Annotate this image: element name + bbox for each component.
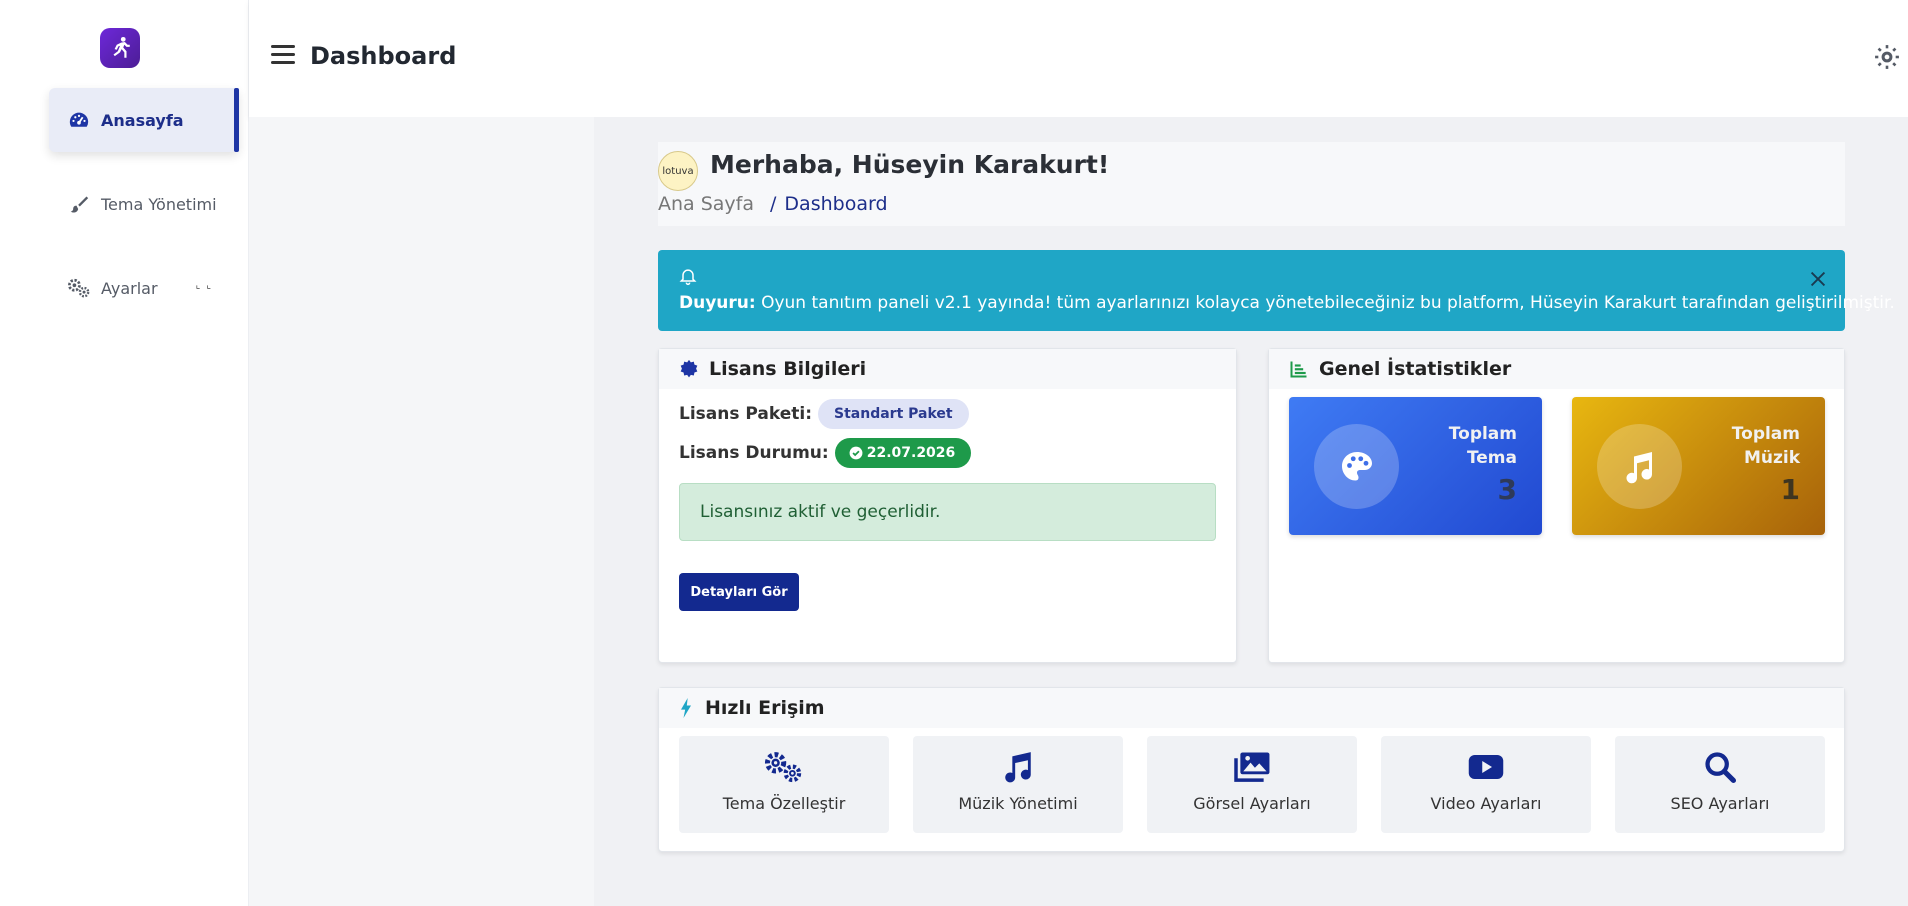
license-card-header: Lisans Bilgileri bbox=[659, 349, 1236, 389]
submenu-indicator-icon: ⌞⌞ bbox=[195, 280, 217, 291]
avatar: lotuva bbox=[658, 151, 698, 191]
stat-label-line1: Toplam bbox=[1448, 424, 1517, 444]
app-logo[interactable] bbox=[100, 28, 140, 68]
stat-value: 3 bbox=[1497, 473, 1517, 506]
certificate-icon bbox=[679, 359, 699, 379]
details-button[interactable]: Detayları Gör bbox=[679, 573, 799, 611]
search-icon bbox=[1699, 750, 1741, 784]
sidebar-item-label: Tema Yönetimi bbox=[101, 194, 217, 214]
sidebar-item-label: Anasayfa bbox=[101, 110, 184, 130]
stat-label: Toplam Tema bbox=[1397, 422, 1517, 470]
sidebar-item-tema-yonetimi[interactable]: Tema Yönetimi bbox=[49, 172, 239, 236]
sidebar-item-anasayfa[interactable]: Anasayfa bbox=[49, 88, 239, 152]
quick-link-label: Video Ayarları bbox=[1430, 794, 1542, 813]
announcement-alert: Duyuru: Oyun tanıtım paneli v2.1 yayında… bbox=[658, 250, 1895, 331]
stat-label-line2: Tema bbox=[1466, 448, 1517, 468]
quick-link-label: Tema Özelleştir bbox=[722, 794, 846, 813]
greeting-title: Merhaba, Hüseyin Karakurt! bbox=[710, 150, 1110, 179]
runner-icon bbox=[113, 36, 130, 58]
blank-column bbox=[249, 117, 594, 906]
topbar: Dashboard bbox=[249, 0, 1908, 117]
quick-link-images[interactable]: Görsel Ayarları bbox=[1147, 736, 1357, 833]
quick-link-seo[interactable]: SEO Ayarları bbox=[1615, 736, 1825, 833]
breadcrumb: Ana Sayfa / Dashboard bbox=[658, 193, 888, 215]
stats-card-header: Genel İstatistikler bbox=[1269, 349, 1844, 389]
alert-prefix: Duyuru: bbox=[679, 293, 756, 313]
youtube-icon bbox=[1465, 750, 1507, 784]
close-icon[interactable] bbox=[1807, 268, 1829, 290]
stat-label: Toplam Müzik bbox=[1680, 422, 1800, 470]
breadcrumb-current: Dashboard bbox=[784, 193, 888, 215]
stat-label-line1: Toplam bbox=[1731, 424, 1800, 444]
quick-access-card: Hızlı Erişim Tema Özelleştir Müzik Yönet… bbox=[658, 687, 1845, 852]
package-badge: Standart Paket bbox=[818, 399, 969, 429]
license-title: Lisans Bilgileri bbox=[709, 358, 867, 380]
quick-link-label: SEO Ayarları bbox=[1670, 794, 1770, 813]
palette-icon bbox=[1314, 424, 1399, 509]
stats-card: Genel İstatistikler Toplam Tema 3 Toplam M… bbox=[1268, 348, 1845, 663]
dashboard-gauge-icon bbox=[67, 108, 91, 132]
quick-link-video[interactable]: Video Ayarları bbox=[1381, 736, 1591, 833]
gears-icon bbox=[763, 750, 805, 784]
bolt-icon bbox=[679, 698, 693, 718]
music-note-icon bbox=[997, 750, 1039, 784]
music-note-icon bbox=[1597, 424, 1682, 509]
theme-toggle-sun-icon[interactable] bbox=[1874, 44, 1900, 70]
license-expiry-date: 22.07.2026 bbox=[866, 445, 956, 461]
stat-value: 1 bbox=[1780, 473, 1800, 506]
quick-link-theme-customize[interactable]: Tema Özelleştir bbox=[679, 736, 889, 833]
brush-icon bbox=[67, 192, 91, 216]
license-valid-message: Lisansınız aktif ve geçerlidir. bbox=[679, 483, 1216, 541]
chart-icon bbox=[1289, 359, 1309, 379]
license-status-label: Lisans Durumu: bbox=[679, 443, 829, 463]
gears-icon bbox=[67, 276, 91, 300]
sidebar-item-ayarlar[interactable]: Ayarlar ⌞⌞ bbox=[49, 256, 239, 320]
stat-card-themes[interactable]: Toplam Tema 3 bbox=[1289, 397, 1542, 535]
quick-link-label: Görsel Ayarları bbox=[1193, 794, 1311, 813]
images-icon bbox=[1231, 750, 1273, 784]
license-package-row: Lisans Paketi: Standart Paket bbox=[679, 399, 969, 429]
alert-message: Duyuru: Oyun tanıtım paneli v2.1 yayında… bbox=[679, 293, 1895, 313]
hamburger-menu-icon[interactable] bbox=[271, 45, 295, 65]
page-title: Dashboard bbox=[310, 42, 457, 70]
breadcrumb-separator: / bbox=[770, 193, 777, 215]
status-badge: 22.07.2026 bbox=[834, 438, 972, 468]
check-circle-icon bbox=[849, 446, 863, 460]
sidebar: Anasayfa Tema Yönetimi Ayarlar ⌞⌞ bbox=[0, 0, 249, 906]
quick-link-music[interactable]: Müzik Yönetimi bbox=[913, 736, 1123, 833]
stat-label-line2: Müzik bbox=[1743, 448, 1800, 468]
license-package-label: Lisans Paketi: bbox=[679, 404, 812, 424]
stat-card-music[interactable]: Toplam Müzik 1 bbox=[1572, 397, 1825, 535]
quick-access-header: Hızlı Erişim bbox=[659, 688, 1844, 728]
breadcrumb-home-link[interactable]: Ana Sayfa bbox=[658, 193, 754, 215]
alert-text: Oyun tanıtım paneli v2.1 yayında! tüm ay… bbox=[755, 293, 1895, 313]
quick-access-title: Hızlı Erişim bbox=[705, 697, 825, 719]
license-card: Lisans Bilgileri Lisans Paketi: Standart… bbox=[658, 348, 1237, 663]
quick-link-label: Müzik Yönetimi bbox=[958, 794, 1078, 813]
bell-icon bbox=[679, 269, 697, 286]
license-status-row: Lisans Durumu: 22.07.2026 bbox=[679, 438, 972, 468]
stats-title: Genel İstatistikler bbox=[1319, 358, 1512, 380]
sidebar-item-label: Ayarlar bbox=[101, 278, 158, 298]
